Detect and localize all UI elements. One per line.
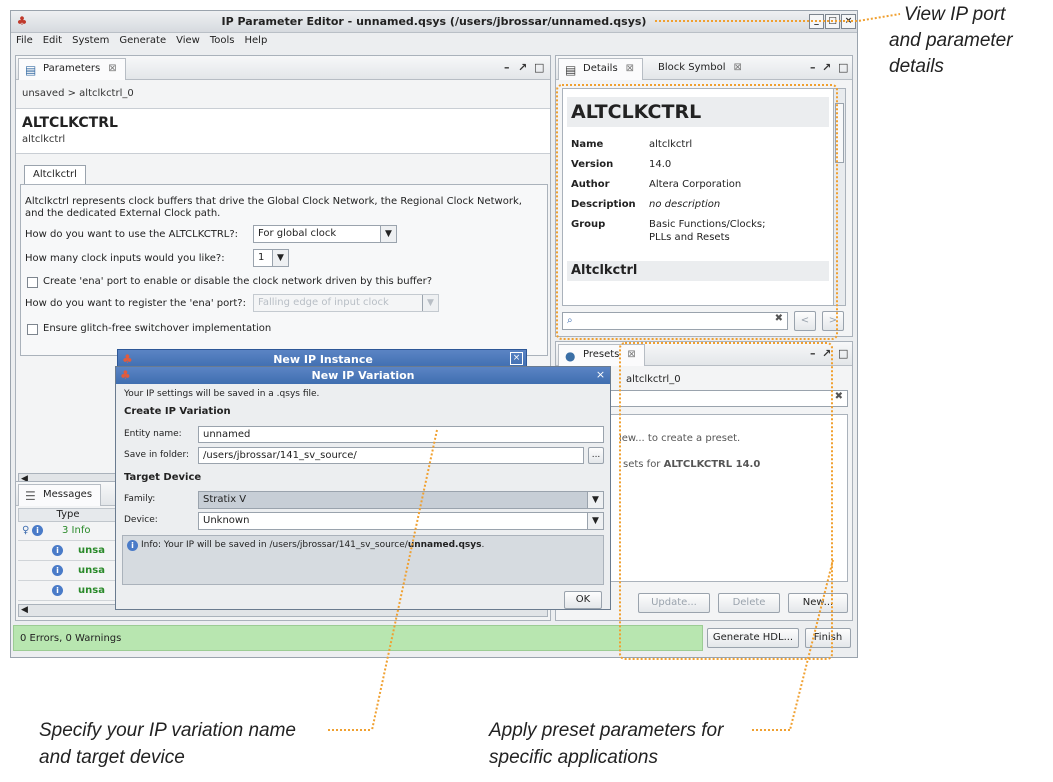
annotation-presets-2: specific applications — [489, 747, 658, 768]
annotation-view-details-2: and parameter — [889, 30, 1013, 51]
annotation-variation-1: Specify your IP variation name — [39, 720, 296, 741]
annotation-view-details-1: View IP port — [904, 4, 1006, 25]
annotation-view-details-3: details — [889, 56, 944, 77]
annotation-variation-2: and target device — [39, 747, 185, 768]
leader-presets — [789, 559, 834, 731]
leader-variation — [371, 429, 438, 731]
callout-leader-lines — [328, 13, 901, 731]
annotation-presets-1: Apply preset parameters for — [489, 720, 724, 741]
leader-details — [655, 13, 901, 22]
